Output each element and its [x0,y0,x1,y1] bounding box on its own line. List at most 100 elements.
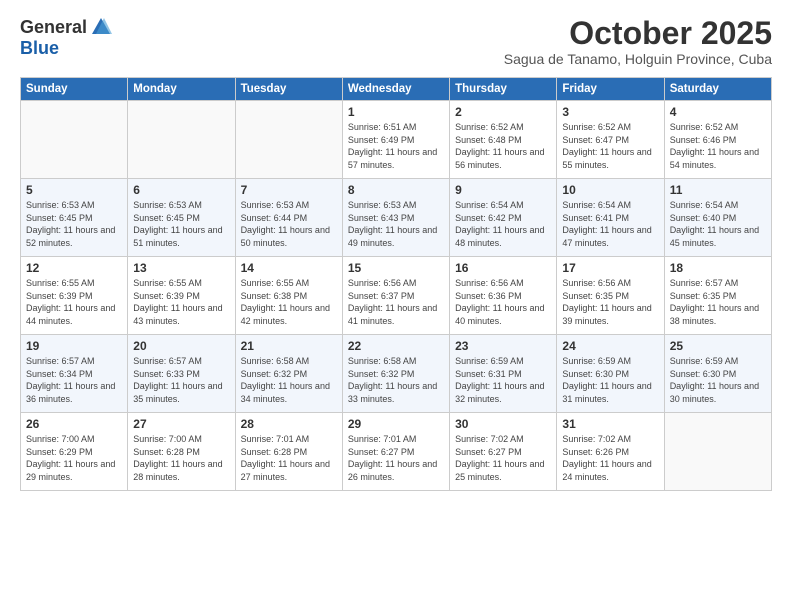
cell-info: Sunrise: 7:00 AM Sunset: 6:29 PM Dayligh… [26,433,122,483]
calendar-cell: 17 Sunrise: 6:56 AM Sunset: 6:35 PM Dayli… [557,257,664,335]
day-number: 16 [455,261,551,275]
calendar-cell: 10 Sunrise: 6:54 AM Sunset: 6:41 PM Dayli… [557,179,664,257]
logo-icon [90,16,112,38]
cell-info: Sunrise: 6:57 AM Sunset: 6:34 PM Dayligh… [26,355,122,405]
cell-info: Sunrise: 7:02 AM Sunset: 6:27 PM Dayligh… [455,433,551,483]
calendar-cell [235,101,342,179]
calendar-cell: 26 Sunrise: 7:00 AM Sunset: 6:29 PM Dayli… [21,413,128,491]
day-number: 21 [241,339,337,353]
day-number: 8 [348,183,444,197]
calendar-cell: 16 Sunrise: 6:56 AM Sunset: 6:36 PM Dayli… [450,257,557,335]
cell-info: Sunrise: 6:59 AM Sunset: 6:30 PM Dayligh… [562,355,658,405]
weekday-header: Saturday [664,78,771,101]
calendar-cell: 20 Sunrise: 6:57 AM Sunset: 6:33 PM Dayli… [128,335,235,413]
calendar-row: 1 Sunrise: 6:51 AM Sunset: 6:49 PM Daylig… [21,101,772,179]
cell-info: Sunrise: 6:54 AM Sunset: 6:41 PM Dayligh… [562,199,658,249]
cell-info: Sunrise: 6:55 AM Sunset: 6:39 PM Dayligh… [133,277,229,327]
day-number: 7 [241,183,337,197]
cell-info: Sunrise: 6:58 AM Sunset: 6:32 PM Dayligh… [241,355,337,405]
cell-info: Sunrise: 6:56 AM Sunset: 6:35 PM Dayligh… [562,277,658,327]
cell-info: Sunrise: 6:56 AM Sunset: 6:37 PM Dayligh… [348,277,444,327]
cell-info: Sunrise: 6:53 AM Sunset: 6:43 PM Dayligh… [348,199,444,249]
calendar-cell: 5 Sunrise: 6:53 AM Sunset: 6:45 PM Daylig… [21,179,128,257]
calendar-row: 19 Sunrise: 6:57 AM Sunset: 6:34 PM Dayli… [21,335,772,413]
day-number: 14 [241,261,337,275]
calendar-cell: 25 Sunrise: 6:59 AM Sunset: 6:30 PM Dayli… [664,335,771,413]
day-number: 15 [348,261,444,275]
calendar-cell: 9 Sunrise: 6:54 AM Sunset: 6:42 PM Daylig… [450,179,557,257]
calendar-cell: 1 Sunrise: 6:51 AM Sunset: 6:49 PM Daylig… [342,101,449,179]
day-number: 30 [455,417,551,431]
calendar-cell: 30 Sunrise: 7:02 AM Sunset: 6:27 PM Dayli… [450,413,557,491]
cell-info: Sunrise: 6:52 AM Sunset: 6:46 PM Dayligh… [670,121,766,171]
cell-info: Sunrise: 6:59 AM Sunset: 6:30 PM Dayligh… [670,355,766,405]
weekday-header: Wednesday [342,78,449,101]
cell-info: Sunrise: 6:56 AM Sunset: 6:36 PM Dayligh… [455,277,551,327]
day-number: 1 [348,105,444,119]
day-number: 4 [670,105,766,119]
day-number: 23 [455,339,551,353]
logo: General Blue [20,16,112,59]
calendar-cell: 31 Sunrise: 7:02 AM Sunset: 6:26 PM Dayli… [557,413,664,491]
weekday-header: Sunday [21,78,128,101]
cell-info: Sunrise: 6:52 AM Sunset: 6:48 PM Dayligh… [455,121,551,171]
calendar-cell: 23Sunrise: 6:59 AM Sunset: 6:31 PM Dayli… [450,335,557,413]
calendar-cell: 27 Sunrise: 7:00 AM Sunset: 6:28 PM Dayli… [128,413,235,491]
header-row: SundayMondayTuesdayWednesdayThursdayFrid… [21,78,772,101]
day-number: 27 [133,417,229,431]
cell-info: Sunrise: 6:54 AM Sunset: 6:42 PM Dayligh… [455,199,551,249]
subtitle: Sagua de Tanamo, Holguin Province, Cuba [504,51,772,67]
cell-info: Sunrise: 6:55 AM Sunset: 6:39 PM Dayligh… [26,277,122,327]
header: General Blue October 2025 Sagua de Tanam… [20,16,772,67]
cell-info: Sunrise: 7:02 AM Sunset: 6:26 PM Dayligh… [562,433,658,483]
calendar-cell: 11Sunrise: 6:54 AM Sunset: 6:40 PM Dayli… [664,179,771,257]
calendar-cell: 29Sunrise: 7:01 AM Sunset: 6:27 PM Dayli… [342,413,449,491]
calendar-cell: 18 Sunrise: 6:57 AM Sunset: 6:35 PM Dayli… [664,257,771,335]
day-number: 20 [133,339,229,353]
day-number: 10 [562,183,658,197]
day-number: 19 [26,339,122,353]
calendar-table: SundayMondayTuesdayWednesdayThursdayFrid… [20,77,772,491]
weekday-header: Monday [128,78,235,101]
day-number: 25 [670,339,766,353]
month-title: October 2025 [504,16,772,51]
calendar-cell: 21 Sunrise: 6:58 AM Sunset: 6:32 PM Dayli… [235,335,342,413]
day-number: 5 [26,183,122,197]
day-number: 12 [26,261,122,275]
calendar-cell: 7Sunrise: 6:53 AM Sunset: 6:44 PM Daylig… [235,179,342,257]
calendar-cell: 19 Sunrise: 6:57 AM Sunset: 6:34 PM Dayli… [21,335,128,413]
cell-info: Sunrise: 6:53 AM Sunset: 6:45 PM Dayligh… [133,199,229,249]
day-number: 28 [241,417,337,431]
calendar-cell: 12 Sunrise: 6:55 AM Sunset: 6:39 PM Dayli… [21,257,128,335]
day-number: 22 [348,339,444,353]
logo-general-text: General [20,17,87,38]
calendar-cell: 14 Sunrise: 6:55 AM Sunset: 6:38 PM Dayli… [235,257,342,335]
cell-info: Sunrise: 6:52 AM Sunset: 6:47 PM Dayligh… [562,121,658,171]
calendar-cell: 4 Sunrise: 6:52 AM Sunset: 6:46 PM Daylig… [664,101,771,179]
calendar-cell: 28Sunrise: 7:01 AM Sunset: 6:28 PM Dayli… [235,413,342,491]
title-section: October 2025 Sagua de Tanamo, Holguin Pr… [504,16,772,67]
cell-info: Sunrise: 6:53 AM Sunset: 6:45 PM Dayligh… [26,199,122,249]
day-number: 17 [562,261,658,275]
cell-info: Sunrise: 7:00 AM Sunset: 6:28 PM Dayligh… [133,433,229,483]
calendar-cell: 24 Sunrise: 6:59 AM Sunset: 6:30 PM Dayli… [557,335,664,413]
day-number: 24 [562,339,658,353]
cell-info: Sunrise: 6:57 AM Sunset: 6:35 PM Dayligh… [670,277,766,327]
calendar-cell: 3Sunrise: 6:52 AM Sunset: 6:47 PM Daylig… [557,101,664,179]
cell-info: Sunrise: 6:58 AM Sunset: 6:32 PM Dayligh… [348,355,444,405]
day-number: 26 [26,417,122,431]
weekday-header: Tuesday [235,78,342,101]
weekday-header: Thursday [450,78,557,101]
cell-info: Sunrise: 6:51 AM Sunset: 6:49 PM Dayligh… [348,121,444,171]
cell-info: Sunrise: 7:01 AM Sunset: 6:27 PM Dayligh… [348,433,444,483]
calendar-cell: 15 Sunrise: 6:56 AM Sunset: 6:37 PM Dayli… [342,257,449,335]
day-number: 31 [562,417,658,431]
cell-info: Sunrise: 6:55 AM Sunset: 6:38 PM Dayligh… [241,277,337,327]
day-number: 9 [455,183,551,197]
day-number: 2 [455,105,551,119]
day-number: 18 [670,261,766,275]
cell-info: Sunrise: 6:54 AM Sunset: 6:40 PM Dayligh… [670,199,766,249]
calendar-cell: 13Sunrise: 6:55 AM Sunset: 6:39 PM Dayli… [128,257,235,335]
cell-info: Sunrise: 6:57 AM Sunset: 6:33 PM Dayligh… [133,355,229,405]
calendar-row: 5 Sunrise: 6:53 AM Sunset: 6:45 PM Daylig… [21,179,772,257]
